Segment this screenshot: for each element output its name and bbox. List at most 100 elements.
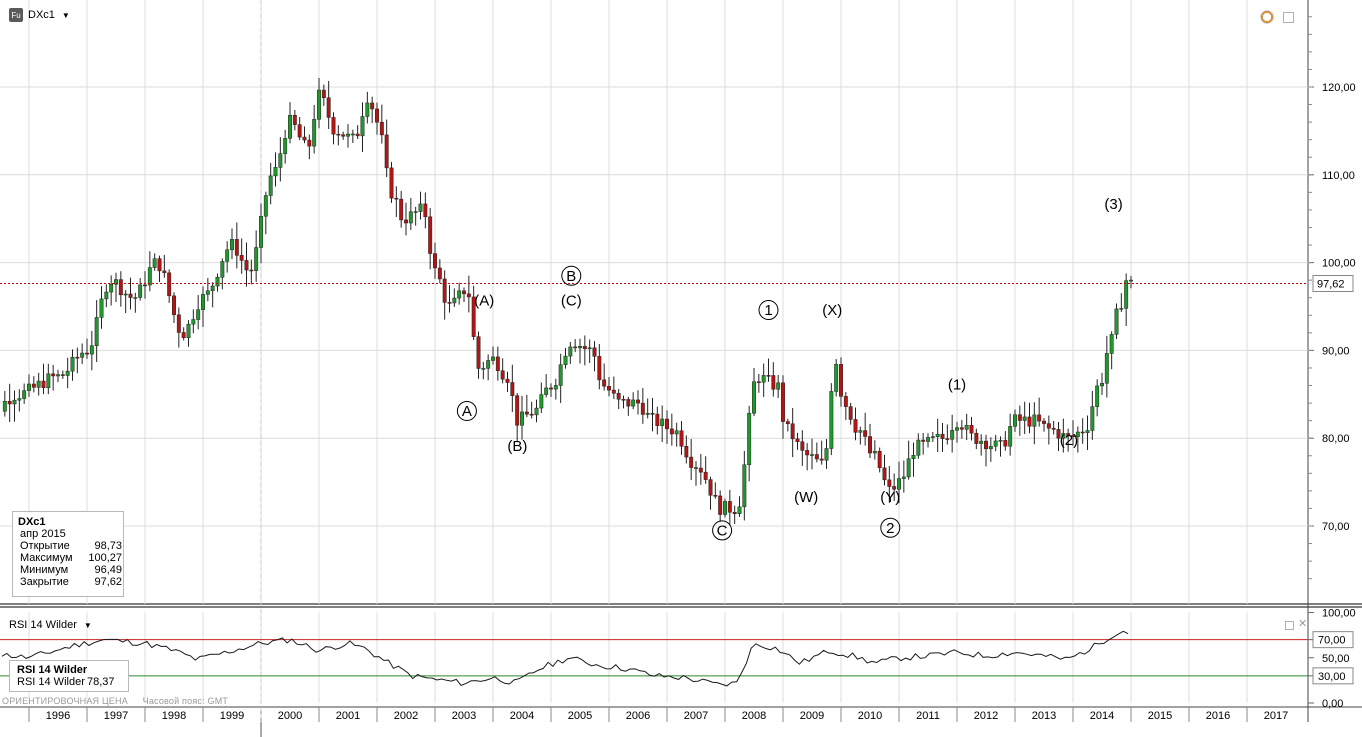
candle-body	[993, 440, 998, 447]
candle-body	[766, 375, 771, 377]
candle-body	[776, 382, 781, 390]
info-value: 96,49	[94, 564, 122, 576]
candle-body	[230, 239, 234, 251]
footer-price-type: ОРИЕНТИРОВОЧНАЯ ЦЕНА	[2, 696, 128, 706]
rsi-indicator-header[interactable]: RSI 14 Wilder ▼	[9, 619, 92, 631]
candle-body	[950, 430, 955, 440]
candle-body	[428, 216, 433, 254]
candle-body	[1032, 414, 1037, 427]
candle-body	[1114, 308, 1119, 335]
rsi-upper-label: 70,00	[1318, 635, 1346, 647]
candle-body	[631, 399, 636, 407]
candle-body	[1042, 420, 1046, 424]
candle-body	[326, 97, 331, 118]
chart-canvas[interactable]: 1996 1997 1998 1999 2000 2001 2002 2003 2004 2005…	[0, 0, 1362, 737]
candle-body	[524, 411, 529, 415]
candle-body	[843, 396, 848, 407]
candle-body	[181, 332, 186, 338]
chevron-down-icon[interactable]: ▼	[84, 621, 92, 630]
candle-body	[462, 290, 466, 295]
x-tick-label: 2001	[336, 710, 360, 722]
candle-body	[882, 467, 887, 481]
candle-body	[1100, 383, 1104, 387]
candle-body	[191, 319, 196, 325]
wave-label: C	[717, 522, 728, 539]
candle-body	[698, 467, 703, 473]
candle-body	[399, 198, 404, 221]
candle-body	[979, 440, 984, 444]
candle-body	[355, 133, 360, 137]
candle-body	[1008, 426, 1013, 447]
candle-body	[558, 364, 563, 386]
candle-body	[22, 390, 27, 399]
symbol-header[interactable]: Fu DXc1 ▼	[9, 8, 70, 22]
candle-body	[394, 197, 399, 200]
candle-body	[263, 195, 268, 217]
candle-body	[89, 345, 94, 355]
x-tick-label: 2013	[1032, 710, 1056, 722]
candle-body	[17, 398, 22, 401]
candle-body	[350, 133, 355, 136]
candle-body	[684, 446, 689, 458]
candle-body	[234, 239, 239, 256]
candle-body	[254, 247, 259, 271]
candle-body	[99, 298, 104, 318]
candle-body	[75, 356, 80, 359]
candle-body	[143, 284, 147, 287]
candle-body	[505, 378, 510, 383]
candle-body	[520, 411, 524, 426]
window-restore-icon[interactable]	[1283, 12, 1294, 23]
candle-body	[278, 153, 283, 168]
candle-body	[65, 370, 70, 376]
wave-label: (1)	[948, 377, 966, 394]
candle-body	[814, 454, 819, 460]
candle-body	[2, 401, 7, 412]
candle-body	[578, 346, 582, 349]
x-tick-label: 1996	[46, 710, 70, 722]
candle-body	[249, 269, 254, 272]
candle-body	[85, 352, 89, 355]
candle-body	[220, 261, 225, 278]
rsi-box-row: RSI 14 Wilder 78,37	[17, 676, 128, 688]
info-row-low: Минимум 96,49	[18, 564, 123, 576]
candle-body	[152, 258, 157, 268]
candle-body	[790, 423, 795, 440]
candle-body	[118, 279, 123, 296]
candle-body	[655, 413, 660, 426]
candle-body	[331, 117, 336, 135]
candle-body	[563, 355, 568, 365]
close-icon[interactable]: ✕	[1298, 617, 1307, 630]
wave-label: (B)	[507, 438, 527, 455]
candle-body	[984, 440, 988, 450]
candle-body	[94, 317, 99, 347]
candle-body	[413, 211, 418, 213]
candle-body	[41, 380, 46, 389]
x-tick-label: 2007	[684, 710, 708, 722]
candle-body	[297, 124, 302, 138]
candle-body	[273, 167, 278, 177]
info-row-high: Максимум 100,27	[18, 552, 123, 564]
rsi-info-box: RSI 14 Wilder RSI 14 Wilder 78,37	[9, 660, 129, 692]
candle-body	[27, 383, 31, 391]
candle-body	[1051, 427, 1056, 430]
candle-body	[60, 374, 65, 376]
candle-body	[7, 401, 12, 405]
info-value: 97,62	[94, 576, 122, 588]
chevron-down-icon[interactable]: ▼	[62, 11, 70, 20]
clock-icon[interactable]	[1260, 10, 1274, 24]
window-restore-icon[interactable]	[1285, 621, 1294, 630]
rsi-tick-label: 50,00	[1322, 653, 1350, 665]
candle-body	[292, 114, 297, 125]
candle-body	[423, 203, 428, 218]
candle-body	[1080, 431, 1085, 434]
candle-body	[645, 413, 650, 415]
candle-body	[573, 346, 578, 349]
candle-body	[959, 427, 964, 430]
candle-body	[104, 291, 109, 300]
candle-body	[839, 364, 843, 397]
candle-body	[1095, 385, 1100, 407]
rsi-tick-label: 0,00	[1322, 698, 1343, 710]
candle-body	[481, 368, 486, 370]
info-value: 98,73	[94, 540, 122, 552]
candle-body	[858, 430, 863, 433]
